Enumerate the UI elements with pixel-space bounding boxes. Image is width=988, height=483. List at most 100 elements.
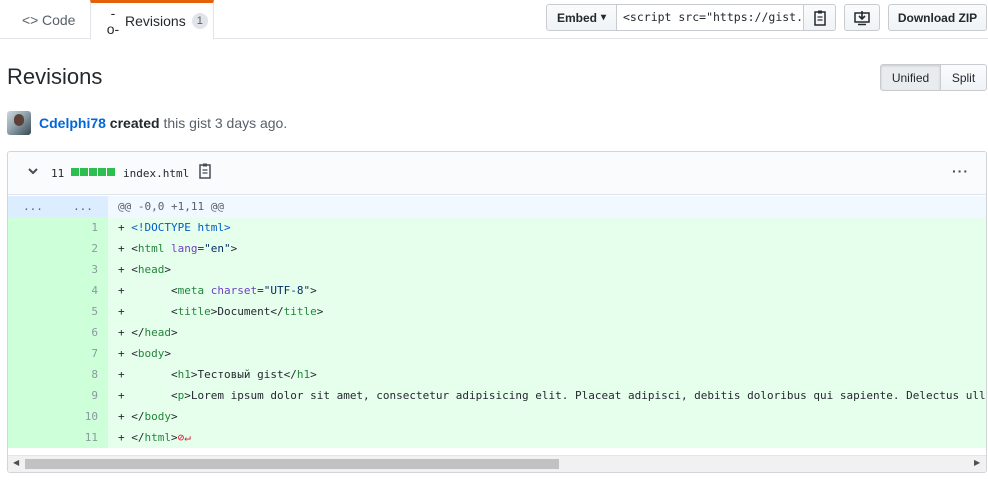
code-token: head (137, 263, 165, 276)
code-token: </ (131, 431, 145, 444)
embed-dropdown-button[interactable]: Embed ▾ (546, 4, 617, 31)
old-line-number[interactable] (8, 322, 58, 343)
code-token: > (164, 263, 171, 276)
line-code: + <h1>Тестовый gist</h1> (108, 364, 986, 385)
new-line-number[interactable]: 6 (58, 322, 108, 343)
download-zip-button[interactable]: Download ZIP (888, 4, 987, 31)
old-line-number[interactable] (8, 343, 58, 364)
clippy-icon (813, 10, 826, 26)
code-token: > (164, 347, 171, 360)
kebab-menu-icon[interactable]: ··· (952, 163, 969, 179)
diff-table: ... ... @@ -0,0 +1,11 @@ 1 + <!DOCTYPE ht… (8, 196, 986, 448)
addition-marker: + (118, 242, 132, 255)
scrollbar-thumb[interactable] (25, 459, 559, 469)
code-token: html (144, 431, 172, 444)
copy-embed-button[interactable] (803, 4, 836, 31)
open-desktop-button[interactable] (844, 4, 880, 31)
diffstat-blocks (71, 168, 115, 176)
code-token: h1 (296, 368, 311, 381)
view-split-button[interactable]: Split (940, 64, 987, 91)
code-token: > (171, 410, 178, 423)
addition-marker: + (118, 284, 132, 297)
code-token: < (171, 284, 178, 297)
code-icon: <> (22, 11, 39, 28)
scroll-right-icon[interactable]: ▶ (974, 458, 980, 467)
old-line-number[interactable] (8, 280, 58, 301)
hunk-expand-left[interactable]: ... (8, 196, 58, 217)
code-token: </ (131, 410, 145, 423)
horizontal-scrollbar[interactable]: ◀ ▶ (8, 455, 986, 472)
new-line-number[interactable]: 7 (58, 343, 108, 364)
diff-line: 2 + <html lang="en"> (8, 238, 986, 259)
code-token: >Тестовый gist</ (190, 368, 297, 381)
new-line-number[interactable]: 9 (58, 385, 108, 406)
new-line-number[interactable]: 8 (58, 364, 108, 385)
line-code: + <html lang="en"> (108, 238, 986, 259)
new-line-number[interactable]: 4 (58, 280, 108, 301)
addition-marker: + (118, 347, 132, 360)
avatar[interactable] (7, 111, 31, 135)
code-token: > (171, 326, 178, 339)
diffstat-block (80, 168, 88, 176)
hunk-header: @@ -0,0 +1,11 @@ (108, 196, 986, 217)
old-line-number[interactable] (8, 217, 58, 238)
old-line-number[interactable] (8, 259, 58, 280)
code-token: title (283, 305, 317, 318)
line-code: + <body> (108, 343, 986, 364)
code-token: < (171, 305, 178, 318)
new-line-number[interactable]: 3 (58, 259, 108, 280)
code-token: < (171, 389, 178, 402)
addition-marker: + (118, 263, 132, 276)
file-name[interactable]: index.html (123, 167, 189, 180)
diff-line: 6 + </head> (8, 322, 986, 343)
git-commit-icon: -o- (106, 5, 120, 37)
new-line-number[interactable]: 5 (58, 301, 108, 322)
hunk-row: ... ... @@ -0,0 +1,11 @@ (8, 196, 986, 217)
line-code: + <!DOCTYPE html> (108, 217, 986, 238)
diffstat-count: 11 (51, 167, 65, 180)
addition-marker: + (118, 389, 132, 402)
caret-down-icon: ▾ (600, 12, 607, 23)
code-token: < (131, 263, 138, 276)
addition-marker: + (118, 431, 132, 444)
repo-tabbar: <> Code -o- Revisions 1 Embed ▾ <script … (0, 0, 988, 40)
scroll-left-icon[interactable]: ◀ (13, 458, 19, 467)
new-line-number[interactable]: 11 (58, 427, 108, 448)
code-token: <!DOCTYPE html> (131, 221, 231, 234)
page-title: Revisions (7, 64, 103, 89)
file-header: 11 index.html ··· (8, 152, 986, 195)
embed-code-input[interactable]: <script src="https://gist. (616, 4, 804, 31)
code-token: body (137, 347, 165, 360)
hunk-expand-right[interactable]: ... (58, 196, 108, 217)
chevron-down-icon[interactable] (27, 165, 39, 180)
new-line-number[interactable]: 2 (58, 238, 108, 259)
view-unified-button[interactable]: Unified (880, 64, 941, 91)
old-line-number[interactable] (8, 385, 58, 406)
new-line-number[interactable]: 1 (58, 217, 108, 238)
old-line-number[interactable] (8, 427, 58, 448)
tab-code[interactable]: <> Code (0, 0, 90, 39)
code-token: < (131, 347, 138, 360)
old-line-number[interactable] (8, 406, 58, 427)
author-link[interactable]: Cdelphi78 (39, 115, 106, 131)
code-token: < (171, 368, 178, 381)
tab-code-label: Code (42, 11, 76, 28)
new-line-number[interactable]: 10 (58, 406, 108, 427)
file-diff: 11 index.html ··· ... ... @@ -0,0 +1,11 … (7, 151, 987, 473)
diff-line: 1 + <!DOCTYPE html> (8, 217, 986, 238)
desktop-download-icon (854, 10, 870, 25)
tab-revisions[interactable]: -o- Revisions 1 (90, 0, 214, 40)
code-token: html (137, 242, 165, 255)
old-line-number[interactable] (8, 301, 58, 322)
old-line-number[interactable] (8, 238, 58, 259)
copy-path-icon[interactable] (198, 163, 212, 182)
code-token: head (144, 326, 172, 339)
code-token: "en" (204, 242, 231, 255)
diff-line: 11 + </html>⊘↵ (8, 427, 986, 448)
old-line-number[interactable] (8, 364, 58, 385)
addition-marker: + (118, 368, 132, 381)
